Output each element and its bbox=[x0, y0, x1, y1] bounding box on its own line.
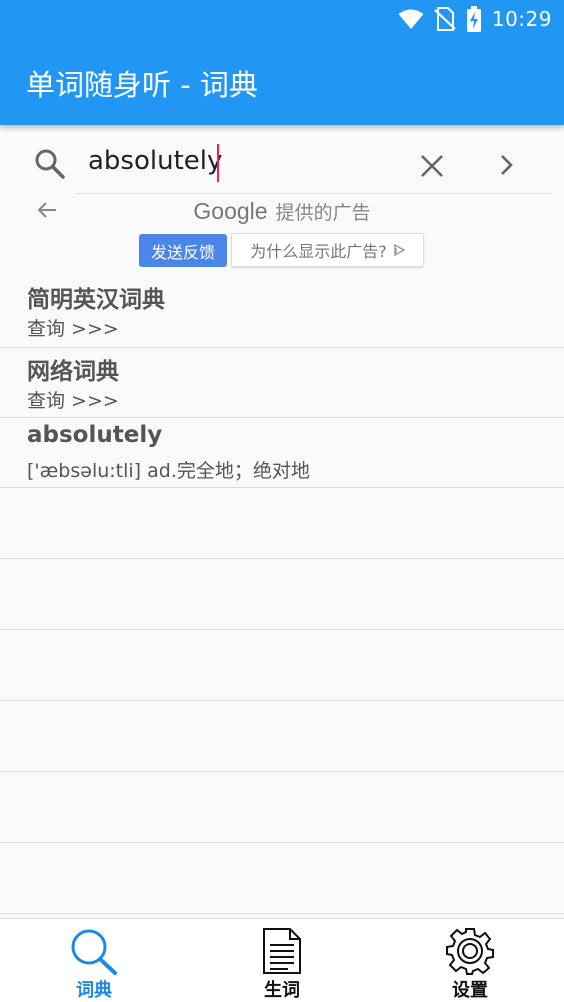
empty-list-row bbox=[0, 630, 564, 701]
result-title: 网络词典 bbox=[27, 359, 119, 385]
result-title: 简明英汉词典 bbox=[27, 287, 165, 313]
no-sim-icon bbox=[434, 7, 456, 31]
battery-charging-icon bbox=[466, 6, 481, 32]
nav-item-vocabulary[interactable]: 生词 bbox=[188, 919, 376, 1002]
result-list: 简明英汉词典 查询 >>> 网络词典 查询 >>> absolutely ['æ… bbox=[0, 276, 564, 914]
send-feedback-label: 发送反馈 bbox=[150, 242, 215, 262]
result-subtitle: 查询 >>> bbox=[27, 318, 119, 340]
nav-item-dictionary[interactable]: 词典 bbox=[0, 919, 188, 1002]
ad-caption: Google 提供的广告 bbox=[0, 198, 564, 225]
result-item-web-dict[interactable]: 网络词典 查询 >>> bbox=[0, 348, 564, 418]
adchoices-icon bbox=[394, 244, 405, 256]
search-input[interactable] bbox=[76, 136, 552, 194]
search-row: absolutely bbox=[0, 126, 564, 196]
app-bar: 10:29 单词随身听 - 词典 bbox=[0, 0, 564, 125]
text-caret bbox=[217, 144, 219, 182]
send-feedback-button[interactable]: 发送反馈 bbox=[139, 234, 227, 267]
result-item-word[interactable]: absolutely ['æbsəlu:tli] ad.完全地；绝对地 bbox=[0, 418, 564, 488]
document-icon bbox=[263, 928, 301, 974]
app-title: 单词随身听 - 词典 bbox=[26, 68, 258, 102]
ad-provided-by: 提供的广告 bbox=[275, 202, 371, 224]
result-title: absolutely bbox=[27, 422, 163, 448]
nav-label: 生词 bbox=[264, 980, 300, 1001]
status-time: 10:29 bbox=[491, 7, 552, 31]
gear-icon bbox=[446, 928, 494, 975]
nav-item-settings[interactable]: 设置 bbox=[376, 919, 564, 1002]
search-icon bbox=[71, 929, 117, 975]
empty-list-row bbox=[0, 701, 564, 772]
why-this-ad-label: 为什么显示此广告? bbox=[250, 242, 387, 261]
empty-list-row bbox=[0, 559, 564, 630]
google-logo: Google bbox=[193, 198, 268, 224]
chevron-right-icon[interactable] bbox=[499, 154, 515, 176]
nav-label: 设置 bbox=[452, 980, 488, 1001]
nav-label: 词典 bbox=[76, 980, 112, 1001]
why-this-ad-button[interactable]: 为什么显示此广告? bbox=[231, 233, 424, 267]
empty-list-row bbox=[0, 843, 564, 914]
empty-list-row bbox=[0, 772, 564, 843]
wifi-icon bbox=[398, 9, 424, 29]
status-bar: 10:29 bbox=[398, 6, 552, 32]
screen: 10:29 单词随身听 - 词典 absolutely Google 提供的广告 … bbox=[0, 0, 564, 1002]
empty-list-row bbox=[0, 488, 564, 559]
close-icon[interactable] bbox=[420, 154, 444, 178]
result-subtitle: ['æbsəlu:tli] ad.完全地；绝对地 bbox=[27, 460, 310, 482]
search-icon[interactable] bbox=[34, 148, 66, 180]
result-subtitle: 查询 >>> bbox=[27, 390, 119, 412]
result-item-concise-dict[interactable]: 简明英汉词典 查询 >>> bbox=[0, 276, 564, 348]
bottom-nav: 词典 生词 设置 bbox=[0, 918, 564, 1002]
